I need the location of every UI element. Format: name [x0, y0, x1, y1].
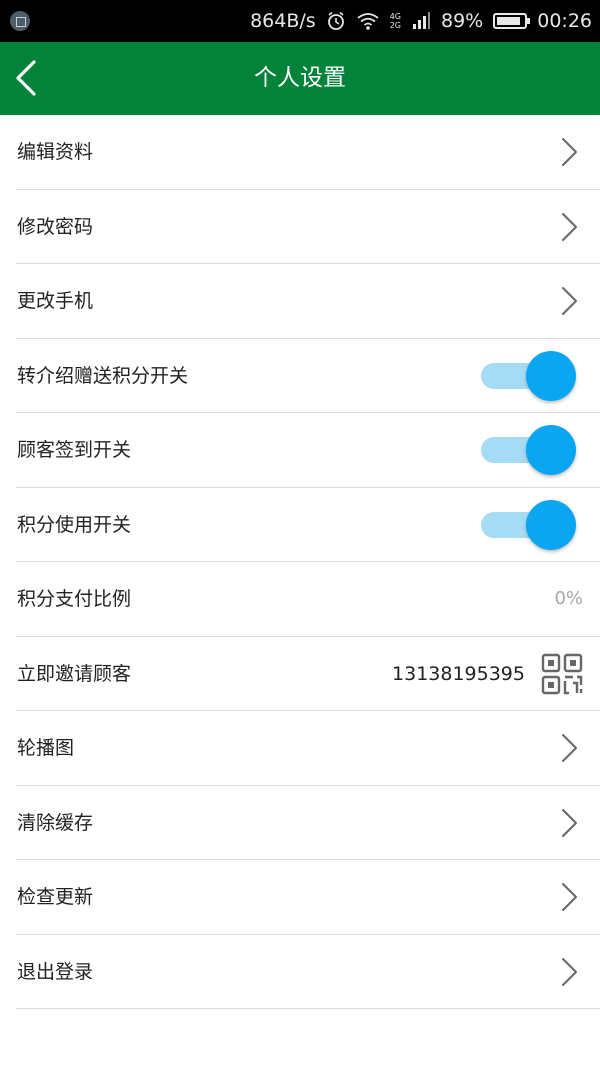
toggle-knob	[526, 425, 576, 475]
status-time: 00:26	[537, 10, 592, 32]
network-type-1: 4G	[389, 12, 401, 21]
network-type-2: 2G	[389, 21, 401, 30]
toggle-knob	[526, 499, 576, 550]
settings-row-label: 顾客签到开关	[17, 439, 132, 461]
toggle-switch[interactable]	[481, 350, 576, 401]
battery-icon	[493, 13, 531, 29]
settings-row-label: 修改密码	[17, 215, 94, 238]
dual-signal-icon: 4G 2G	[390, 12, 401, 30]
network-speed: 864B/s	[250, 10, 316, 32]
settings-row[interactable]: 编辑资料	[0, 115, 600, 190]
settings-row: 积分支付比例 0%	[0, 562, 600, 637]
page-title: 个人设置	[254, 65, 346, 91]
image-icon	[10, 11, 30, 31]
settings-row[interactable]: 积分使用开关	[0, 488, 600, 563]
settings-row[interactable]: 退出登录	[0, 935, 600, 1010]
status-bar: 864B/s 4G 2G 89% 00:26	[0, 0, 600, 42]
chevron-right-icon	[560, 137, 580, 167]
chevron-right-icon	[560, 957, 580, 987]
settings-row-label: 更改手机	[17, 290, 94, 312]
toggle-knob	[526, 350, 576, 401]
settings-row-label: 退出登录	[17, 960, 94, 983]
settings-row[interactable]: 清除缓存	[0, 786, 600, 861]
settings-row-label: 积分支付比例	[17, 588, 132, 610]
settings-row-label: 检查更新	[17, 886, 94, 908]
chevron-right-icon	[560, 212, 580, 242]
settings-row[interactable]: 检查更新	[0, 860, 600, 935]
toggle-switch[interactable]	[481, 499, 576, 550]
battery-fill	[497, 17, 521, 25]
wifi-icon	[356, 11, 380, 31]
chevron-right-icon	[560, 882, 580, 912]
chevron-right-icon	[560, 286, 580, 316]
chevron-right-icon	[560, 808, 580, 838]
status-bar-right: 864B/s 4G 2G 89% 00:26	[250, 0, 592, 42]
settings-row-label: 轮播图	[17, 737, 75, 759]
battery-percent: 89%	[441, 10, 484, 32]
qr-code-icon[interactable]	[541, 653, 583, 695]
app-bar: 个人设置	[0, 42, 600, 115]
settings-row-value: 0%	[554, 588, 583, 609]
toggle-switch[interactable]	[481, 425, 576, 475]
chevron-right-icon	[560, 733, 580, 763]
settings-row[interactable]: 立即邀请顾客 13138195395	[0, 637, 600, 712]
settings-row[interactable]: 修改密码	[0, 190, 600, 265]
settings-row[interactable]: 轮播图	[0, 711, 600, 786]
alarm-icon	[326, 11, 346, 31]
settings-row[interactable]: 顾客签到开关	[0, 413, 600, 488]
settings-row-label: 清除缓存	[17, 811, 94, 834]
signal-icon	[411, 11, 431, 31]
settings-row[interactable]: 转介绍赠送积分开关	[0, 339, 600, 414]
settings-list: 编辑资料修改密码更改手机转介绍赠送积分开关 顾客签到开关 积分使用开关 积分支付比例 0…	[0, 115, 600, 1009]
settings-row-label: 积分使用开关	[17, 513, 132, 536]
settings-row-label: 转介绍赠送积分开关	[17, 364, 189, 387]
settings-row[interactable]: 更改手机	[0, 264, 600, 339]
invite-phone-number: 13138195395	[392, 662, 525, 685]
settings-row-label: 编辑资料	[17, 141, 94, 163]
settings-row-label: 立即邀请顾客	[17, 662, 132, 685]
